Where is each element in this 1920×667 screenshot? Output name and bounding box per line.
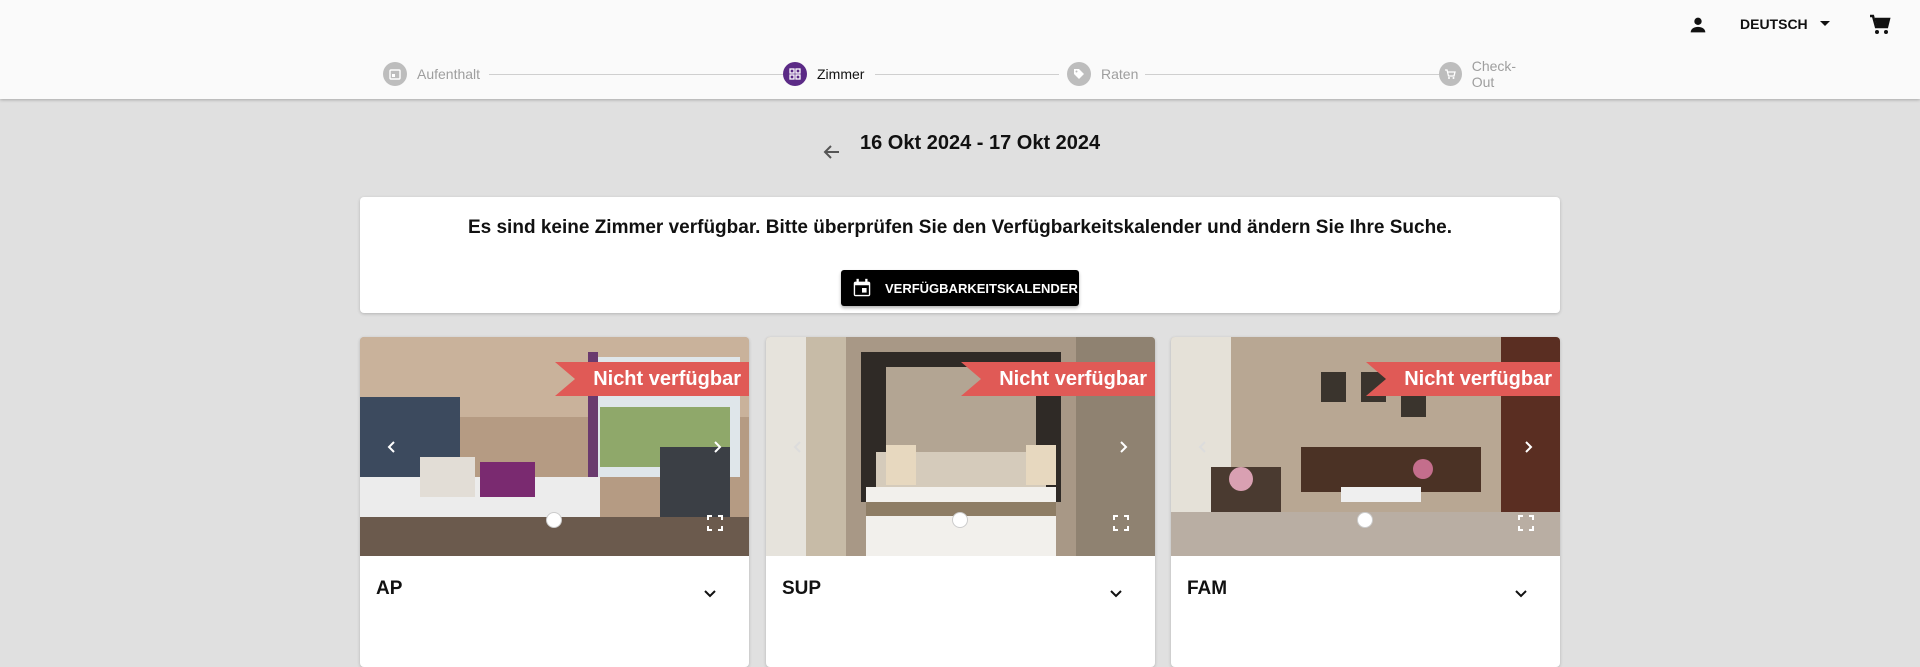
fullscreen-button[interactable] bbox=[1111, 513, 1131, 533]
previous-photo-button[interactable] bbox=[784, 433, 812, 461]
room-name: SUP bbox=[782, 578, 822, 599]
step-zimmer[interactable]: Zimmer bbox=[783, 62, 864, 86]
cart-icon bbox=[1439, 62, 1462, 86]
booking-stepper: Aufenthalt Zimmer Raten Check-Out bbox=[383, 58, 1535, 90]
language-selector[interactable]: DEUTSCH bbox=[1740, 12, 1832, 36]
step-aufenthalt[interactable]: Aufenthalt bbox=[383, 62, 480, 86]
chevron-left-icon bbox=[1198, 441, 1206, 453]
room-name: AP bbox=[376, 578, 403, 599]
fullscreen-icon bbox=[707, 515, 723, 531]
chevron-down-icon bbox=[1110, 590, 1122, 598]
date-range-row: 16 Okt 2024 - 17 Okt 2024 bbox=[0, 130, 1920, 166]
room-card: Nicht verfügbar SUP bbox=[766, 337, 1155, 667]
account-icon bbox=[1690, 17, 1706, 33]
chevron-right-icon bbox=[1525, 441, 1533, 453]
availability-badge: Nicht verfügbar bbox=[961, 362, 1155, 396]
cart-icon bbox=[1870, 14, 1891, 34]
chevron-left-icon bbox=[387, 441, 395, 453]
room-photo: Nicht verfügbar bbox=[360, 337, 749, 556]
fullscreen-icon bbox=[1518, 515, 1534, 531]
previous-photo-button[interactable] bbox=[378, 433, 406, 461]
back-button[interactable] bbox=[818, 138, 846, 166]
next-photo-button[interactable] bbox=[1514, 433, 1542, 461]
fullscreen-icon bbox=[1113, 515, 1129, 531]
fullscreen-button[interactable] bbox=[705, 513, 725, 533]
chevron-right-icon bbox=[1120, 441, 1128, 453]
tag-icon bbox=[1067, 62, 1091, 86]
account-button[interactable] bbox=[1683, 10, 1713, 40]
expand-room-button[interactable] bbox=[1103, 580, 1129, 606]
step-connector bbox=[875, 74, 1059, 75]
expand-room-button[interactable] bbox=[1508, 580, 1534, 606]
arrow-drop-down-icon bbox=[1819, 21, 1830, 26]
chevron-down-icon bbox=[1515, 590, 1527, 598]
step-raten[interactable]: Raten bbox=[1067, 62, 1138, 86]
step-label: Raten bbox=[1101, 66, 1139, 82]
cart-button[interactable] bbox=[1864, 10, 1896, 40]
button-label: VERFÜGBARKEITSKALENDER bbox=[885, 280, 1078, 296]
step-label: Zimmer bbox=[817, 66, 865, 82]
grid-icon bbox=[783, 62, 807, 86]
room-photo: Nicht verfügbar bbox=[1171, 337, 1560, 556]
expand-room-button[interactable] bbox=[697, 580, 723, 606]
photo-indicator-dot[interactable] bbox=[1357, 512, 1373, 528]
room-name: FAM bbox=[1187, 578, 1228, 599]
step-connector bbox=[489, 74, 785, 75]
next-photo-button[interactable] bbox=[703, 433, 731, 461]
event-icon bbox=[853, 278, 871, 297]
availability-calendar-button[interactable]: VERFÜGBARKEITSKALENDER bbox=[841, 270, 1079, 306]
availability-badge: Nicht verfügbar bbox=[555, 362, 749, 396]
app-header: DEUTSCH Aufenthalt Zimmer Raten Check-Ou… bbox=[0, 0, 1920, 99]
step-connector bbox=[1145, 74, 1439, 75]
chevron-left-icon bbox=[793, 441, 801, 453]
chevron-down-icon bbox=[704, 590, 716, 598]
room-card: Nicht verfügbar AP bbox=[360, 337, 749, 667]
previous-photo-button[interactable] bbox=[1189, 433, 1217, 461]
photo-indicator-dot[interactable] bbox=[546, 512, 562, 528]
chevron-right-icon bbox=[714, 441, 722, 453]
notice-message: Es sind keine Zimmer verfügbar. Bitte üb… bbox=[467, 217, 1453, 238]
room-card: Nicht verfügbar FAM bbox=[1171, 337, 1560, 667]
photo-indicator-dot[interactable] bbox=[952, 512, 968, 528]
step-label: Check-Out bbox=[1471, 58, 1517, 90]
fullscreen-button[interactable] bbox=[1516, 513, 1536, 533]
step-label: Aufenthalt bbox=[417, 66, 481, 82]
next-photo-button[interactable] bbox=[1109, 433, 1137, 461]
step-check-out[interactable]: Check-Out bbox=[1439, 58, 1535, 90]
language-label: DEUTSCH bbox=[1740, 16, 1808, 32]
date-range: 16 Okt 2024 - 17 Okt 2024 bbox=[860, 132, 1101, 154]
availability-badge: Nicht verfügbar bbox=[1366, 362, 1560, 396]
no-rooms-notice: Es sind keine Zimmer verfügbar. Bitte üb… bbox=[360, 197, 1560, 313]
arrow-back-icon bbox=[823, 145, 839, 159]
calendar-icon bbox=[383, 62, 407, 86]
room-photo: Nicht verfügbar bbox=[766, 337, 1155, 556]
